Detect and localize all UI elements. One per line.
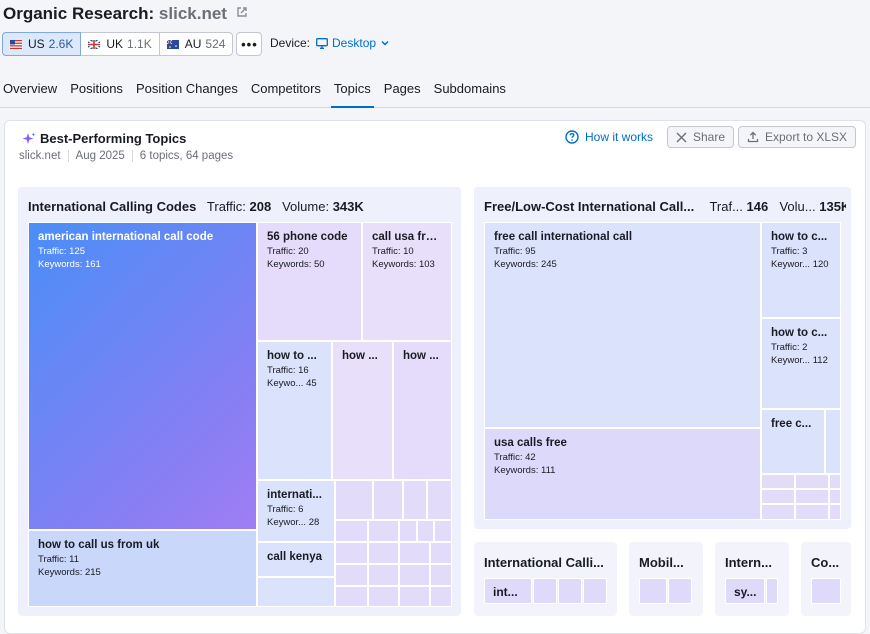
topic-cell[interactable] (399, 520, 417, 542)
topic-cell[interactable] (558, 578, 582, 604)
desktop-icon (316, 37, 328, 49)
topic-header: Free/Low-Cost International Call... Traf… (484, 199, 846, 214)
topic-cell[interactable] (430, 542, 452, 564)
topic-cell[interactable] (668, 578, 692, 604)
au-flag-icon (166, 39, 179, 49)
topic-tile[interactable]: free call international call Traffic: 95… (484, 222, 761, 428)
database-selector: US 2.6K UK 1.1K AU 524 ••• (2, 32, 263, 56)
topic-cell[interactable] (533, 578, 557, 604)
upload-icon (747, 131, 759, 143)
topic-cell[interactable] (430, 564, 452, 586)
topic-cell[interactable] (825, 409, 841, 474)
topic-cell[interactable] (795, 489, 829, 504)
topic-cell[interactable] (335, 480, 373, 520)
topic-cell[interactable]: sy... (725, 578, 765, 604)
report-tabs: Overview Positions Position Changes Comp… (0, 81, 516, 108)
topic-tile[interactable]: call kenya (257, 542, 335, 577)
topic-tile (257, 577, 335, 607)
topic-panel-mini[interactable]: Intern... sy... (715, 542, 789, 616)
topic-tile[interactable]: internati... Traffic: 6 Keywor... 28 (257, 480, 335, 542)
tab-topics[interactable]: Topics (330, 81, 374, 108)
how-it-works-link[interactable]: How it works (565, 130, 653, 144)
topic-cell[interactable] (335, 542, 368, 564)
question-circle-icon (565, 130, 579, 144)
topic-panel-international-calling-codes[interactable]: International Calling Codes Traffic: 208… (18, 187, 461, 616)
topic-tile[interactable]: how to c... Traffic: 2 Keywor... 112 (761, 318, 841, 409)
topic-cell[interactable] (430, 586, 452, 607)
tab-competitors[interactable]: Competitors (248, 81, 324, 108)
topic-cell[interactable] (399, 542, 430, 564)
tab-subdomains[interactable]: Subdomains (431, 81, 509, 108)
device-selector: Device: Desktop (270, 36, 390, 50)
page-title: Organic Research: slick.net (3, 4, 248, 24)
topic-panel-mini[interactable]: Co... (801, 542, 851, 616)
topic-cell[interactable]: int... (484, 578, 532, 604)
topic-cell[interactable] (335, 564, 368, 586)
sparkle-icon (22, 132, 36, 144)
x-logo-icon (676, 132, 687, 142)
topic-panel-mini[interactable]: International Calli... int... (474, 542, 617, 616)
us-flag-icon (10, 39, 22, 49)
topic-cell[interactable] (335, 520, 368, 542)
topic-cell[interactable] (795, 474, 829, 489)
card-meta: slick.net Aug 2025 6 topics, 64 pages (19, 150, 240, 162)
topic-tile[interactable]: how to c... Traffic: 3 Keywor... 120 (761, 222, 841, 318)
topic-cell[interactable] (829, 504, 841, 520)
topic-header: International Calling Codes Traffic: 208… (28, 199, 364, 214)
topic-cell[interactable] (368, 542, 399, 564)
topic-cell[interactable] (335, 586, 368, 607)
topic-cell[interactable] (829, 489, 841, 504)
topic-cell[interactable] (434, 520, 452, 542)
topic-tile[interactable]: 56 phone code Traffic: 20 Keywords: 50 (257, 222, 362, 341)
topic-cell[interactable] (583, 578, 607, 604)
topic-panel-free-low-cost-international-calls[interactable]: Free/Low-Cost International Call... Traf… (474, 187, 851, 529)
share-button[interactable]: Share (667, 126, 735, 148)
uk-flag-icon (88, 39, 101, 49)
topic-cell[interactable] (417, 520, 434, 542)
chevron-down-icon (381, 40, 389, 46)
device-dropdown[interactable]: Desktop (316, 36, 390, 50)
tab-position-changes[interactable]: Position Changes (133, 81, 241, 108)
topic-cell[interactable] (811, 578, 841, 604)
topic-cell[interactable] (761, 474, 795, 489)
topic-tile[interactable]: american international call code Traffic… (28, 222, 257, 530)
card-title: Best-Performing Topics (22, 131, 186, 146)
topic-cell[interactable] (368, 586, 399, 607)
topic-cell[interactable] (399, 564, 430, 586)
more-databases-button[interactable]: ••• (236, 32, 263, 56)
export-xlsx-button[interactable]: Export to XLSX (738, 126, 857, 148)
topic-cell[interactable] (766, 578, 778, 604)
topic-tile[interactable]: how to ... Traffic: 16 Keywo... 45 (257, 341, 332, 480)
topic-tile[interactable]: free c... (761, 409, 825, 474)
tab-pages[interactable]: Pages (381, 81, 424, 108)
topic-tile[interactable]: how ... (332, 341, 393, 480)
topic-tile[interactable]: usa calls free Traffic: 42 Keywords: 111 (484, 428, 761, 520)
database-au-button[interactable]: AU 524 (158, 32, 234, 56)
topic-cell[interactable] (403, 480, 427, 520)
topic-cell[interactable] (829, 474, 841, 489)
topic-tile[interactable]: how ... (393, 341, 452, 480)
topic-tile[interactable]: how to call us from uk Traffic: 11 Keywo… (28, 530, 257, 607)
tab-overview[interactable]: Overview (0, 81, 60, 108)
topic-cell[interactable] (761, 489, 795, 504)
topic-tile[interactable]: call usa fro... Traffic: 10 Keywords: 10… (362, 222, 452, 341)
database-us-button[interactable]: US 2.6K (2, 32, 82, 56)
topic-cell[interactable] (795, 504, 829, 520)
database-uk-button[interactable]: UK 1.1K (80, 32, 160, 56)
topic-panel-mini[interactable]: Mobil... (629, 542, 703, 616)
topic-cell[interactable] (639, 578, 667, 604)
topic-cell[interactable] (427, 480, 452, 520)
domain-link[interactable]: slick.net (159, 4, 227, 23)
page-header: Organic Research: slick.net US 2.6K UK 1… (0, 0, 870, 108)
topic-cell[interactable] (399, 586, 430, 607)
topic-cell[interactable] (368, 520, 399, 542)
tab-positions[interactable]: Positions (67, 81, 126, 108)
topic-cell[interactable] (368, 564, 399, 586)
topic-cell[interactable] (761, 504, 795, 520)
external-link-icon[interactable] (236, 6, 248, 18)
topic-cell[interactable] (373, 480, 403, 520)
